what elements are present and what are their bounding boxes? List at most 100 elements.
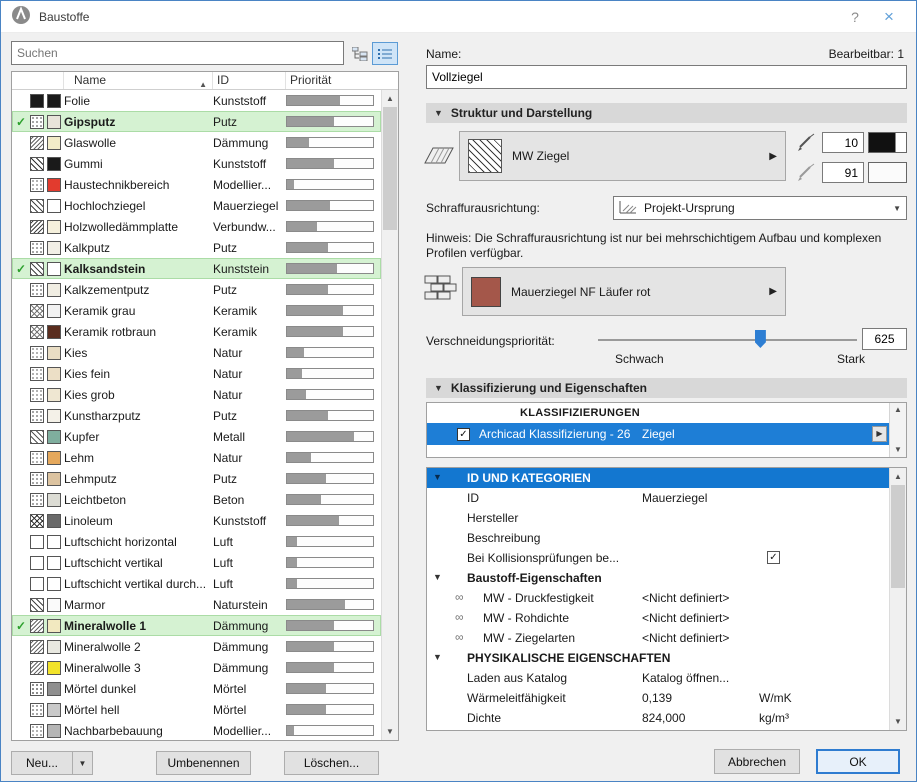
classification-checkbox[interactable]: ✓	[457, 428, 470, 441]
material-row[interactable]: KiesNatur	[12, 342, 381, 363]
material-row[interactable]: Luftschicht vertikal durch...Luft	[12, 573, 381, 594]
collapse-icon[interactable]: ▼	[433, 472, 442, 482]
property-row[interactable]: ∞MW - Druckfestigkeit<Nicht definiert>	[427, 588, 889, 608]
scroll-up-icon[interactable]: ▲	[382, 90, 398, 107]
rename-button[interactable]: Umbenennen	[156, 751, 251, 775]
material-row[interactable]: LeichtbetonBeton	[12, 489, 381, 510]
material-row[interactable]: KalkputzPutz	[12, 237, 381, 258]
material-row[interactable]: Keramik grauKeramik	[12, 300, 381, 321]
material-row[interactable]: GlaswolleDämmung	[12, 132, 381, 153]
delete-button[interactable]: Löschen...	[284, 751, 379, 775]
property-checkbox[interactable]: ✓	[767, 551, 780, 564]
scroll-down-icon[interactable]: ▼	[890, 443, 906, 457]
collapse-icon[interactable]: ▼	[434, 108, 443, 118]
cut-pen-input[interactable]	[822, 132, 864, 153]
classifications-scrollbar[interactable]: ▲ ▼	[889, 403, 906, 457]
section-classification[interactable]: ▼ Klassifizierung und Eigenschaften	[426, 378, 907, 398]
material-row[interactable]: ✓Mineralwolle 1Dämmung	[12, 615, 381, 636]
material-row[interactable]: KunstharzputzPutz	[12, 405, 381, 426]
new-dropdown-button[interactable]: ▼	[72, 751, 93, 775]
column-header-priority[interactable]: Priorität	[286, 72, 398, 89]
property-row[interactable]: Beschreibung	[427, 528, 889, 548]
material-row[interactable]: GummiKunststoff	[12, 153, 381, 174]
scroll-up-icon[interactable]: ▲	[890, 403, 906, 417]
material-name-input[interactable]	[426, 65, 907, 89]
material-row[interactable]: FolieKunststoff	[12, 90, 381, 111]
material-row[interactable]: Keramik rotbraunKeramik	[12, 321, 381, 342]
surface-button[interactable]: Mauerziegel NF Läufer rot ▶	[462, 267, 786, 316]
property-row[interactable]: ∞MW - Rohdichte<Nicht definiert>	[427, 608, 889, 628]
priority-slider[interactable]	[598, 329, 857, 349]
classification-picker-button[interactable]: ▶	[872, 426, 887, 442]
material-row[interactable]: Mineralwolle 2Dämmung	[12, 636, 381, 657]
property-row[interactable]: Hersteller	[427, 508, 889, 528]
material-row[interactable]: HochlochziegelMauerziegel	[12, 195, 381, 216]
cut-pen-color-swatch[interactable]	[868, 132, 907, 153]
property-row[interactable]: ▼Baustoff-Eigenschaften	[427, 568, 889, 588]
property-label: Dichte	[467, 711, 501, 725]
material-row[interactable]: Mineralwolle 3Dämmung	[12, 657, 381, 678]
material-row[interactable]: HolzwolledämmplatteVerbundw...	[12, 216, 381, 237]
material-row[interactable]: Kies feinNatur	[12, 363, 381, 384]
material-row[interactable]: LehmputzPutz	[12, 468, 381, 489]
column-header-id[interactable]: ID	[213, 72, 286, 89]
property-row[interactable]: ∞MW - Ziegelarten<Nicht definiert>	[427, 628, 889, 648]
property-row[interactable]: ▼ID UND KATEGORIEN	[427, 468, 889, 488]
cancel-button[interactable]: Abbrechen	[714, 749, 800, 774]
cut-fill-button[interactable]: MW Ziegel ▶	[459, 131, 786, 181]
material-priority	[286, 536, 381, 547]
material-row[interactable]: HaustechnikbereichModellier...	[12, 174, 381, 195]
titlebar[interactable]: Baustoffe ? ×	[1, 1, 916, 33]
properties-scrollbar[interactable]: ▲ ▼	[889, 468, 906, 730]
new-button[interactable]: Neu...	[11, 751, 73, 775]
ok-button[interactable]: OK	[816, 749, 900, 774]
material-row[interactable]: ✓GipsputzPutz	[12, 111, 381, 132]
material-row[interactable]: KalkzementputzPutz	[12, 279, 381, 300]
search-input[interactable]	[11, 41, 344, 65]
property-row[interactable]: ▼PHYSIKALISCHE EIGENSCHAFTEN	[427, 648, 889, 668]
collapse-icon[interactable]: ▼	[433, 572, 442, 582]
scrollbar-track[interactable]	[382, 107, 398, 723]
material-row[interactable]: Luftschicht vertikalLuft	[12, 552, 381, 573]
material-row[interactable]: LehmNatur	[12, 447, 381, 468]
material-row[interactable]: MarmorNaturstein	[12, 594, 381, 615]
list-view-button[interactable]	[372, 42, 398, 65]
property-row[interactable]: Dichte824,000kg/m³	[427, 708, 889, 728]
help-button[interactable]: ?	[838, 9, 872, 25]
material-row[interactable]: Kies grobNatur	[12, 384, 381, 405]
column-header-name[interactable]: Name▲	[64, 72, 213, 89]
collapse-icon[interactable]: ▼	[433, 652, 442, 662]
fill-orientation-dropdown[interactable]: Projekt-Ursprung ▼	[613, 196, 907, 220]
scrollbar-thumb[interactable]	[383, 107, 397, 230]
close-button[interactable]: ×	[872, 7, 906, 27]
scroll-down-icon[interactable]: ▼	[382, 723, 398, 740]
material-row[interactable]: Luftschicht horizontalLuft	[12, 531, 381, 552]
materials-scrollbar[interactable]: ▲ ▼	[381, 90, 398, 740]
section-structure[interactable]: ▼ Struktur und Darstellung	[426, 103, 907, 123]
background-pen-input[interactable]	[822, 162, 864, 183]
material-id: Modellier...	[213, 724, 286, 738]
scroll-up-icon[interactable]: ▲	[890, 468, 906, 485]
property-row[interactable]: Laden aus KatalogKatalog öffnen...	[427, 668, 889, 688]
material-row[interactable]: NachbarbebauungModellier...	[12, 720, 381, 740]
material-row[interactable]: LinoleumKunststoff	[12, 510, 381, 531]
material-row[interactable]: KupferMetall	[12, 426, 381, 447]
material-row[interactable]: Mörtel dunkelMörtel	[12, 678, 381, 699]
material-row[interactable]: ✓KalksandsteinKunststein	[12, 258, 381, 279]
collapse-icon[interactable]: ▼	[434, 383, 443, 393]
priority-slider-thumb[interactable]	[755, 330, 766, 348]
material-row[interactable]: Mörtel hellMörtel	[12, 699, 381, 720]
slider-track[interactable]	[598, 339, 857, 341]
property-row[interactable]: IDMauerziegel	[427, 488, 889, 508]
scrollbar-track[interactable]	[890, 485, 906, 713]
scroll-down-icon[interactable]: ▼	[890, 713, 906, 730]
tree-view-button[interactable]	[348, 43, 371, 64]
background-pen-color-swatch[interactable]	[868, 162, 907, 183]
property-row[interactable]: Wärmeleitfähigkeit0,139W/mK	[427, 688, 889, 708]
priority-bar-fill	[287, 243, 328, 252]
property-row[interactable]: Bei Kollisionsprüfungen be...✓	[427, 548, 889, 568]
priority-value-input[interactable]	[862, 328, 907, 350]
scrollbar-thumb[interactable]	[891, 485, 905, 588]
classification-row[interactable]: ✓ Archicad Klassifizierung - 26 Ziegel ▶	[427, 423, 889, 445]
surface-swatch	[47, 724, 61, 738]
